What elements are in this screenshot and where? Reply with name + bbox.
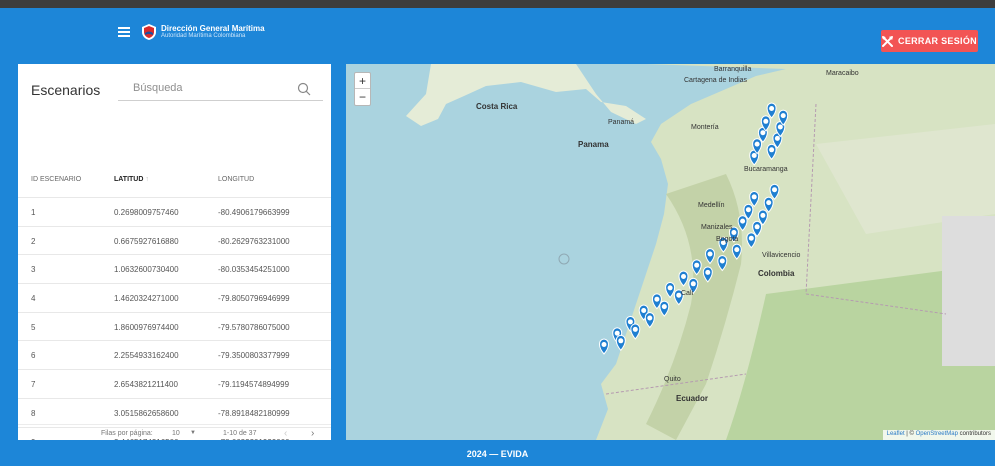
table-row[interactable]: 1 0.2698009757460 -80.4906179663999 bbox=[18, 197, 331, 226]
map-label-monteria: Montería bbox=[691, 124, 719, 131]
longitude-cell: -79.1194574894999 bbox=[218, 380, 290, 390]
scenario-id: 4 bbox=[31, 294, 36, 304]
chevron-down-icon[interactable]: ▼ bbox=[190, 430, 196, 436]
map-label-panama-city: Panamá bbox=[608, 119, 635, 126]
longitude-cell: -80.2629763231000 bbox=[218, 236, 290, 246]
column-header-id[interactable]: ID ESCENARIO bbox=[31, 176, 81, 183]
map-marker[interactable] bbox=[599, 338, 609, 355]
map-label-medellin: Medellín bbox=[698, 202, 725, 209]
window-top-strip bbox=[0, 0, 995, 8]
zoom-in-button[interactable]: + bbox=[355, 73, 370, 89]
tools-cross-icon bbox=[882, 35, 894, 47]
zoom-out-button[interactable]: − bbox=[355, 89, 370, 105]
map-label-ecuador: Ecuador bbox=[676, 394, 709, 403]
map-label-costa-rica: Costa Rica bbox=[476, 102, 518, 111]
map-label-maracaibo: Maracaibo bbox=[826, 70, 859, 77]
scenario-id: 7 bbox=[31, 380, 36, 390]
column-header-latitude-label: LATITUD bbox=[114, 176, 144, 183]
map-label-villavicencio: Villavicencio bbox=[762, 252, 801, 259]
footer-text: 2024 — EVIDA bbox=[466, 449, 529, 459]
page-range: 1-10 de 37 bbox=[223, 430, 257, 437]
scenario-id: 5 bbox=[31, 322, 36, 332]
map-land-central-america bbox=[406, 64, 646, 126]
latitude-cell: 2.6543821211400 bbox=[114, 380, 178, 390]
longitude-cell: -79.3500803377999 bbox=[218, 351, 290, 361]
leaflet-link[interactable]: Leaflet bbox=[887, 431, 905, 437]
latitude-cell: 3.0515862658600 bbox=[114, 408, 179, 418]
scenario-id: 8 bbox=[31, 408, 36, 418]
longitude-cell: -80.0353454251000 bbox=[218, 265, 290, 275]
longitude-cell: -79.5780786075000 bbox=[218, 322, 290, 332]
sort-arrow-icon: ↑ bbox=[145, 176, 149, 183]
panel-title: Escenarios bbox=[31, 82, 101, 98]
map-base-layer bbox=[406, 64, 995, 440]
dimar-logo bbox=[142, 24, 156, 40]
scenario-id: 3 bbox=[31, 265, 36, 275]
longitude-cell: -78.8918482180999 bbox=[218, 408, 290, 418]
scenarios-panel: Escenarios ID ESCENARIO LATITUD ↑ LONGIT… bbox=[18, 64, 331, 440]
latitude-cell: 1.0632600730400 bbox=[114, 265, 179, 275]
map-label-barranquilla: Barranquilla bbox=[714, 66, 752, 73]
map-label-cartagena: Cartagena de Indias bbox=[684, 77, 748, 84]
table-pagination: Filas por página: 10 ▼ 1-10 de 37 ‹ › bbox=[18, 424, 331, 440]
rows-per-page-label: Filas por página: bbox=[101, 430, 153, 437]
latitude-cell: 0.6675927616880 bbox=[114, 236, 179, 246]
table-row[interactable]: 5 1.8600976974400 -79.5780786075000 bbox=[18, 311, 331, 341]
map-label-bucaramanga: Bucaramanga bbox=[744, 166, 788, 173]
scenario-id: 1 bbox=[31, 208, 36, 217]
map-label-quito: Quito bbox=[664, 376, 681, 383]
table-row[interactable]: 6 2.2554933162400 -79.3500803377999 bbox=[18, 340, 331, 369]
scenario-id: 6 bbox=[31, 351, 36, 361]
table-row[interactable]: 4 1.4620324271000 -79.8050796946999 bbox=[18, 283, 331, 312]
latitude-cell: 1.4620324271000 bbox=[114, 294, 179, 304]
map-label-colombia: Colombia bbox=[758, 269, 795, 278]
map-label-bogota: Bogotá bbox=[716, 236, 739, 243]
rows-per-page-select[interactable]: 10 bbox=[172, 430, 180, 437]
brand-title: Dirección General Marítima bbox=[161, 24, 265, 33]
column-header-latitude[interactable]: LATITUD ↑ bbox=[114, 176, 149, 183]
longitude-cell: -80.4906179663999 bbox=[218, 208, 290, 217]
search-icon[interactable] bbox=[297, 82, 311, 96]
openstreetmap-link[interactable]: OpenStreetMap bbox=[916, 431, 958, 437]
hamburger-menu-icon[interactable] bbox=[118, 27, 130, 37]
map-label-panama: Panama bbox=[578, 140, 609, 149]
next-page-button[interactable]: › bbox=[311, 428, 314, 439]
app-header: Dirección General Marítima Autoridad Mar… bbox=[0, 8, 995, 52]
logout-label: CERRAR SESIÓN bbox=[898, 36, 977, 46]
table-row[interactable]: 8 3.0515862658600 -78.8918482180999 bbox=[18, 397, 331, 427]
map-tile-gap bbox=[942, 216, 995, 366]
search-input[interactable] bbox=[133, 82, 283, 94]
zoom-control: + − bbox=[354, 72, 371, 106]
column-header-longitude[interactable]: LONGITUD bbox=[218, 176, 254, 183]
longitude-cell: -79.8050796946999 bbox=[218, 294, 290, 304]
table-header: ID ESCENARIO LATITUD ↑ LONGITUD bbox=[18, 170, 331, 190]
table-body: 1 0.2698009757460 -80.4906179663999 2 0.6675… bbox=[18, 197, 331, 440]
map-label-manizales: Manizales bbox=[701, 224, 733, 231]
previous-page-button[interactable]: ‹ bbox=[284, 428, 287, 439]
app-footer: 2024 — EVIDA bbox=[0, 442, 995, 466]
table-row[interactable]: 3 1.0632600730400 -80.0353454251000 bbox=[18, 254, 331, 283]
scenario-id: 2 bbox=[31, 236, 36, 246]
logout-button[interactable]: CERRAR SESIÓN bbox=[881, 30, 978, 52]
search-box bbox=[118, 79, 323, 101]
table-row[interactable]: 2 0.6675927616880 -80.2629763231000 bbox=[18, 225, 331, 255]
map-view[interactable]: Costa Rica Panama Panamá Colombia Ecuado… bbox=[346, 64, 995, 440]
attribution-suffix: contributors bbox=[957, 431, 991, 437]
table-row[interactable]: 7 2.6543821211400 -79.1194574894999 bbox=[18, 369, 331, 398]
latitude-cell: 0.2698009757460 bbox=[114, 208, 179, 217]
map-label-cali: Cali bbox=[681, 290, 694, 297]
map-island-marker bbox=[558, 253, 570, 265]
latitude-cell: 2.2554933162400 bbox=[114, 351, 179, 361]
latitude-cell: 1.8600976974400 bbox=[114, 322, 179, 332]
map-attribution: Leaflet | © OpenStreetMap contributors bbox=[882, 430, 995, 440]
brand-subtitle: Autoridad Marítima Colombiana bbox=[161, 33, 246, 39]
attribution-separator: | © bbox=[904, 431, 916, 437]
